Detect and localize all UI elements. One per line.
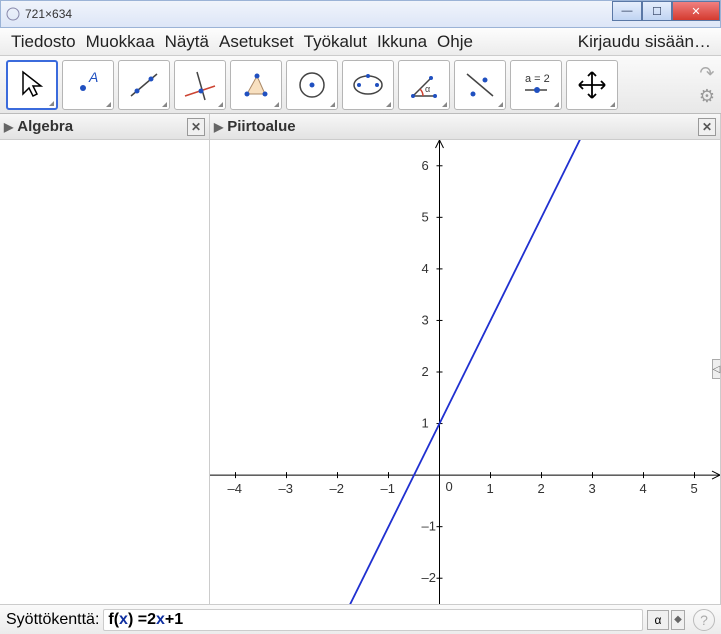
window-minimize-button[interactable]: —: [612, 1, 642, 21]
window-maximize-button[interactable]: ☐: [642, 1, 672, 21]
tool-circle[interactable]: [286, 60, 338, 110]
algebra-panel-title: Algebra: [17, 118, 187, 135]
svg-text:–4: –4: [228, 481, 242, 496]
menu-tools[interactable]: Työkalut: [299, 32, 372, 52]
tool-polygon[interactable]: [230, 60, 282, 110]
algebra-panel-body[interactable]: [0, 140, 209, 604]
tool-ellipse[interactable]: [342, 60, 394, 110]
svg-text:1: 1: [422, 416, 429, 431]
panel-toggle-icon: ▶: [214, 120, 223, 134]
cursor-icon: [13, 66, 51, 104]
panel-toggle-icon: ▶: [4, 120, 13, 134]
tool-pan[interactable]: [566, 60, 618, 110]
graphics-panel-title: Piirtoalue: [227, 118, 698, 135]
tool-tangent[interactable]: [454, 60, 506, 110]
svg-text:6: 6: [422, 158, 429, 173]
menu-window[interactable]: Ikkuna: [372, 32, 432, 52]
svg-text:A: A: [88, 69, 98, 85]
graphics-panel-close[interactable]: ✕: [698, 118, 716, 136]
svg-text:4: 4: [422, 261, 429, 276]
angle-icon: α: [405, 66, 443, 104]
perpendicular-icon: [181, 66, 219, 104]
graphics-canvas[interactable]: –4 –3 –2 –1 0 1 2 3 4 5 –2 –1 1 2 3 4 5 6: [210, 140, 720, 604]
tool-move[interactable]: [6, 60, 58, 110]
input-history-button[interactable]: ◆: [671, 610, 685, 630]
input-bar: Syöttökenttä: f(x) = 2x+1 α ◆ ?: [0, 604, 721, 634]
move-arrows-icon: [573, 66, 611, 104]
toolbar: A α a = 2 ↷ ⚙: [0, 56, 721, 114]
redo-button[interactable]: ↷: [699, 63, 714, 84]
svg-text:α: α: [425, 84, 430, 94]
svg-text:3: 3: [589, 481, 596, 496]
svg-text:1: 1: [487, 481, 494, 496]
menu-help[interactable]: Ohje: [432, 32, 478, 52]
tool-slider[interactable]: a = 2: [510, 60, 562, 110]
svg-text:2: 2: [538, 481, 545, 496]
app-icon: [5, 6, 21, 22]
point-icon: A: [69, 66, 107, 104]
algebra-panel: ▶ Algebra ✕: [0, 114, 210, 604]
settings-gear-icon[interactable]: ⚙: [699, 86, 715, 107]
menu-view[interactable]: Näytä: [160, 32, 214, 52]
input-label: Syöttökenttä:: [6, 611, 99, 629]
tool-perpendicular[interactable]: [174, 60, 226, 110]
algebra-panel-header[interactable]: ▶ Algebra ✕: [0, 114, 209, 140]
help-button[interactable]: ?: [693, 609, 715, 631]
side-grip[interactable]: ◁: [712, 359, 720, 379]
svg-text:–3: –3: [279, 481, 293, 496]
menu-options[interactable]: Asetukset: [214, 32, 299, 52]
svg-text:–2: –2: [422, 570, 436, 585]
svg-text:5: 5: [691, 481, 698, 496]
svg-text:3: 3: [422, 312, 429, 327]
algebra-panel-close[interactable]: ✕: [187, 118, 205, 136]
svg-text:2: 2: [422, 364, 429, 379]
svg-text:–1: –1: [422, 519, 436, 534]
svg-text:0: 0: [446, 479, 453, 494]
tangent-icon: [461, 66, 499, 104]
menu-file[interactable]: Tiedosto: [6, 32, 81, 52]
input-field[interactable]: f(x) = 2x+1: [103, 609, 643, 631]
tool-line[interactable]: [118, 60, 170, 110]
workspace: ▶ Algebra ✕ ▶ Piirtoalue ✕ –4 –3 –2 –1 0 1 2 3 4…: [0, 114, 721, 604]
menubar: Tiedosto Muokkaa Näytä Asetukset Työkalu…: [0, 28, 721, 56]
menu-edit[interactable]: Muokkaa: [81, 32, 160, 52]
polygon-icon: [237, 66, 275, 104]
graphics-panel-header[interactable]: ▶ Piirtoalue ✕: [210, 114, 720, 140]
window-close-button[interactable]: ✕: [672, 1, 720, 21]
circle-icon: [293, 66, 331, 104]
line-icon: [125, 66, 163, 104]
coordinate-plane[interactable]: –4 –3 –2 –1 0 1 2 3 4 5 –2 –1 1 2 3 4 5 6: [210, 140, 720, 604]
ellipse-icon: [349, 66, 387, 104]
svg-text:–2: –2: [330, 481, 344, 496]
tool-point[interactable]: A: [62, 60, 114, 110]
svg-text:–1: –1: [381, 481, 395, 496]
symbol-picker-button[interactable]: α: [647, 610, 669, 630]
graphics-panel: ▶ Piirtoalue ✕ –4–3–2–1012345–2–1123456 …: [210, 114, 721, 604]
svg-text:4: 4: [640, 481, 647, 496]
tool-angle[interactable]: α: [398, 60, 450, 110]
window-titlebar: 721×634 — ☐ ✕: [0, 0, 721, 28]
menu-login[interactable]: Kirjaudu sisään…: [574, 32, 715, 52]
svg-text:a = 2: a = 2: [525, 73, 550, 85]
slider-icon: a = 2: [517, 66, 555, 104]
svg-text:5: 5: [422, 209, 429, 224]
